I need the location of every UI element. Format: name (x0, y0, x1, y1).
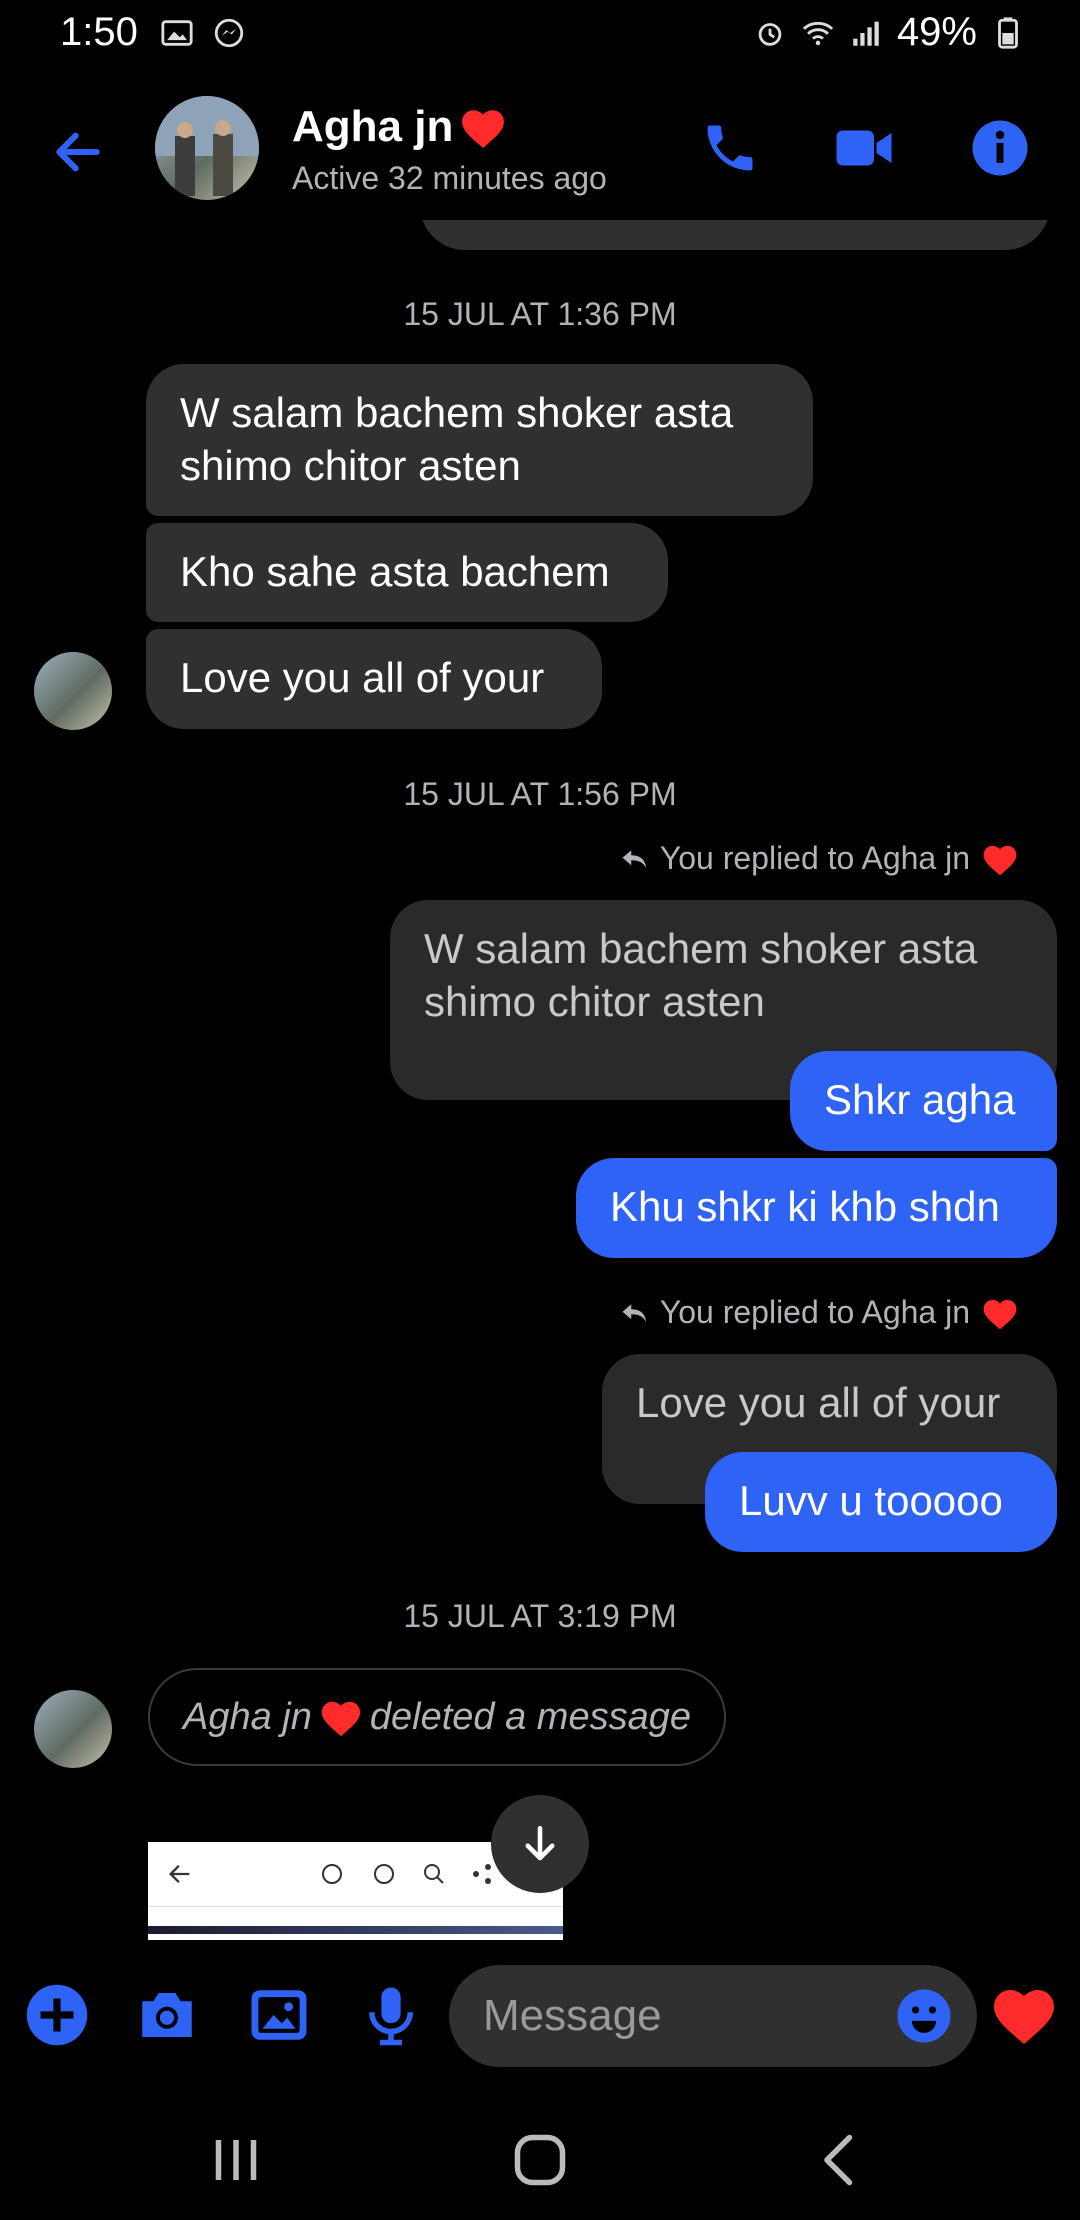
battery-icon (998, 16, 1018, 49)
home-icon[interactable] (510, 2130, 570, 2190)
message-input[interactable]: Message (449, 1965, 977, 2067)
reply-icon (622, 849, 647, 868)
system-nav-bar (0, 2090, 1080, 2220)
heart-emoji-icon (983, 1299, 1017, 1329)
info-icon[interactable] (970, 118, 1030, 178)
mic-icon[interactable] (358, 1982, 424, 2048)
status-notification-icons (160, 16, 246, 50)
heart-emoji-icon (983, 845, 1017, 875)
reply-label: You replied to Agha jn (620, 1294, 1020, 1331)
toolbar-icons (322, 1864, 491, 1884)
arrow-down-icon (525, 1825, 555, 1861)
message-placeholder: Message (483, 1991, 662, 2040)
gallery-notification-icon (161, 20, 193, 46)
chat-header: Agha jn Active 32 minutes ago (0, 80, 1080, 220)
outgoing-message[interactable]: Shkr agha (790, 1051, 1057, 1151)
video-icon[interactable] (834, 118, 894, 178)
wifi-icon (802, 21, 834, 45)
back-arrow-icon[interactable] (50, 124, 106, 180)
reply-icon (622, 1303, 647, 1322)
heart-emoji-icon (321, 1701, 360, 1737)
sender-avatar[interactable] (34, 652, 112, 730)
sender-avatar[interactable] (34, 1690, 112, 1768)
incoming-message[interactable]: Love you all of your (146, 629, 602, 729)
recents-icon[interactable] (206, 2130, 266, 2190)
gallery-icon[interactable] (246, 1982, 312, 2048)
incoming-message[interactable]: W salam bachem shoker asta shimo chitor … (146, 364, 813, 516)
status-bar: 1:50 49% (0, 0, 1080, 70)
battery-percent: 49% (896, 10, 977, 54)
outgoing-message[interactable]: Khu shkr ki khb shdn (576, 1158, 1057, 1258)
plus-icon[interactable] (24, 1982, 90, 2048)
contact-name[interactable]: Agha jn (292, 102, 509, 152)
nav-back-icon[interactable] (812, 2130, 872, 2190)
message-list[interactable]: 15 JUL AT 1:36 PM W salam bachem shoker … (0, 220, 1080, 1940)
alarm-icon (758, 22, 782, 46)
heart-icon[interactable] (988, 1978, 1060, 2050)
camera-icon[interactable] (134, 1982, 200, 2048)
heart-emoji-icon (462, 110, 505, 148)
emoji-icon[interactable] (895, 1987, 953, 2045)
status-system-icons: 49% (753, 10, 1025, 55)
message-composer: Message (0, 1940, 1080, 2090)
scroll-to-bottom-button[interactable] (491, 1795, 589, 1893)
phone-icon[interactable] (700, 118, 760, 178)
attachment-preview-strip (148, 1926, 563, 1934)
reply-label: You replied to Agha jn (620, 840, 1020, 877)
contact-avatar[interactable] (155, 96, 259, 200)
signal-icon (853, 21, 879, 46)
active-status: Active 32 minutes ago (292, 160, 607, 196)
back-arrow-icon (169, 1865, 190, 1883)
timestamp: 15 JUL AT 1:56 PM (403, 776, 677, 812)
deleted-message[interactable]: Agha jn deleted a message (148, 1668, 726, 1766)
timestamp: 15 JUL AT 1:36 PM (403, 296, 677, 332)
messenger-notification-icon (214, 18, 244, 48)
status-time: 1:50 (60, 10, 138, 54)
incoming-message[interactable]: Kho sahe asta bachem (146, 523, 668, 622)
outgoing-message[interactable]: Luvv u tooooo (705, 1452, 1057, 1552)
timestamp: 15 JUL AT 3:19 PM (403, 1598, 677, 1634)
avatar-photo (155, 96, 259, 196)
previous-message-bubble (420, 220, 1050, 250)
